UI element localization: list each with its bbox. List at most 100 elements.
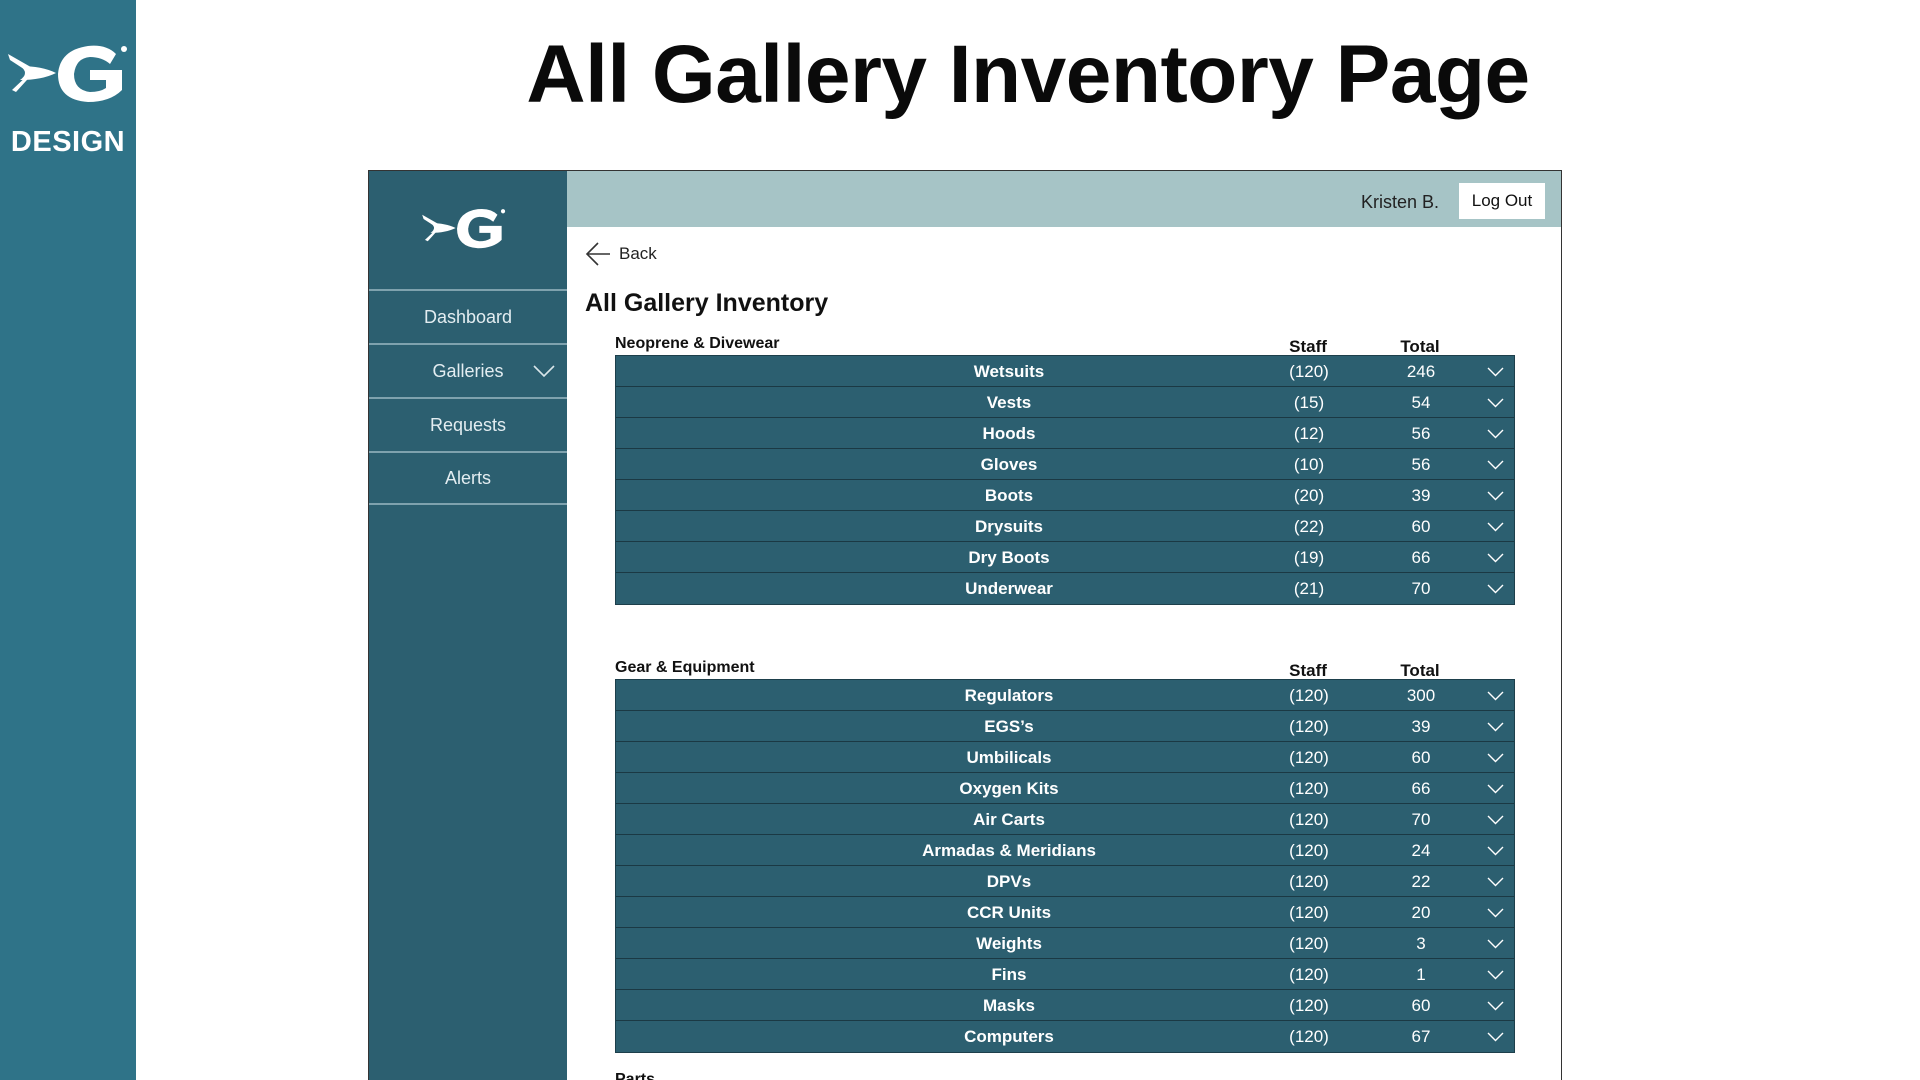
staff-count: (120) [1289, 748, 1329, 767]
chevron-down-icon[interactable] [1487, 784, 1504, 794]
inventory-list: Regulators (120) 300 EGS’s (120) 39 Umbilica… [615, 679, 1515, 1053]
total-count: 1 [1416, 965, 1426, 984]
inventory-row[interactable]: Drysuits (22) 60 [616, 511, 1514, 542]
inventory-row[interactable]: Gloves (10) 56 [616, 449, 1514, 480]
chevron-down-icon[interactable] [1487, 908, 1504, 918]
sidebar-item-galleries[interactable]: Galleries [369, 343, 567, 397]
chevron-down-icon[interactable] [1487, 398, 1504, 408]
inventory-row[interactable]: Air Carts (120) 70 [616, 804, 1514, 835]
chevron-down-icon[interactable] [1487, 846, 1504, 856]
xg-logo-icon [8, 45, 127, 102]
staff-count: (19) [1293, 548, 1325, 567]
column-header-staff: Staff [1289, 661, 1327, 680]
staff-count: (120) [1289, 362, 1329, 381]
inventory-row[interactable]: Wetsuits (120) 246 [616, 356, 1514, 387]
staff-count: (120) [1289, 965, 1329, 984]
total-count: 20 [1411, 903, 1431, 922]
total-count: 70 [1411, 810, 1431, 829]
xg-logo-icon[interactable] [419, 205, 509, 251]
chevron-down-icon[interactable] [1487, 691, 1504, 701]
total-count: 39 [1411, 717, 1431, 736]
total-count: 66 [1411, 779, 1431, 798]
column-header-total: Total [1400, 337, 1440, 356]
total-count: 56 [1411, 424, 1431, 443]
staff-count: (120) [1289, 934, 1329, 953]
section-gear-equipment: Gear & Equipment Staff Total Regulators(… [615, 657, 1515, 1053]
section-header: Gear & Equipment Staff Total [615, 657, 1515, 680]
chevron-down-icon[interactable] [1487, 584, 1504, 594]
inventory-row[interactable]: DPVs (120) 22 [616, 866, 1514, 897]
total-count: 67 [1411, 1027, 1431, 1046]
staff-count: (120) [1289, 717, 1329, 736]
total-count: 60 [1411, 996, 1431, 1015]
chevron-down-icon[interactable] [1487, 553, 1504, 563]
total-count: 22 [1411, 872, 1431, 891]
sidebar-item-alerts[interactable]: Alerts [369, 451, 567, 505]
sidebar-item-label: Requests [429, 414, 507, 435]
sidebar-item-label: Galleries [432, 360, 504, 381]
staff-count: (22) [1293, 517, 1325, 536]
total-count: 66 [1411, 548, 1431, 567]
chevron-down-icon[interactable] [1487, 1032, 1504, 1042]
chevron-down-icon[interactable] [533, 364, 555, 378]
total-count: 70 [1411, 579, 1431, 598]
chevron-down-icon[interactable] [1487, 753, 1504, 763]
back-link[interactable]: Back [585, 241, 657, 267]
total-count: 246 [1406, 362, 1436, 381]
sidebar-item-requests[interactable]: Requests [369, 397, 567, 451]
inventory-row[interactable]: Fins (120) 1 [616, 959, 1514, 990]
back-label: Back [619, 244, 657, 263]
staff-count: (120) [1289, 686, 1329, 705]
chevron-down-icon[interactable] [1487, 367, 1504, 377]
chevron-down-icon[interactable] [1487, 722, 1504, 732]
staff-count: (12) [1293, 424, 1325, 443]
inventory-row[interactable]: CCR Units (120) 20 [616, 897, 1514, 928]
inventory-row[interactable]: EGS’s (120) 39 [616, 711, 1514, 742]
staff-count: (15) [1293, 393, 1325, 412]
chevron-down-icon[interactable] [1487, 815, 1504, 825]
brand-label: DESIGN [10, 126, 126, 158]
staff-count: (10) [1293, 455, 1325, 474]
total-count: 56 [1411, 455, 1431, 474]
page-title: All Gallery Inventory [585, 289, 829, 317]
chevron-down-icon[interactable] [1487, 970, 1504, 980]
inventory-row[interactable]: Oxygen Kits (120) 66 [616, 773, 1514, 804]
app-mockup: Dashboard Galleries Requests Alerts Kris… [368, 170, 1562, 1080]
inventory-list: Wetsuits (120) 246 Vests (15) 54 Hoods (12) 56… [615, 355, 1515, 605]
sidebar-nav: Dashboard Galleries Requests Alerts [369, 289, 567, 505]
inventory-row[interactable]: Boots (20) 39 [616, 480, 1514, 511]
staff-count: (120) [1289, 841, 1329, 860]
total-count: 60 [1411, 748, 1431, 767]
total-count: 300 [1406, 686, 1436, 705]
section-title: Neoprene & Divewear [615, 335, 780, 352]
inventory-row[interactable]: Masks (120) 60 [616, 990, 1514, 1021]
inventory-row[interactable]: Underwear (21) 70 [616, 573, 1514, 604]
inventory-row[interactable]: Regulators (120) 300 [616, 680, 1514, 711]
inventory-row[interactable]: Hoods (12) 56 [616, 418, 1514, 449]
slide-title: All Gallery Inventory Page [526, 29, 1530, 120]
arrow-left-icon [585, 242, 610, 266]
inventory-row[interactable]: Umbilicals (120) 60 [616, 742, 1514, 773]
chevron-down-icon[interactable] [1487, 1001, 1504, 1011]
total-count: 39 [1411, 486, 1431, 505]
staff-count: (120) [1289, 996, 1329, 1015]
column-header-total: Total [1400, 661, 1440, 680]
sidebar-item-label: Dashboard [423, 306, 513, 327]
total-count: 3 [1416, 934, 1426, 953]
inventory-row[interactable]: Dry Boots (19) 66 [616, 542, 1514, 573]
chevron-down-icon[interactable] [1487, 939, 1504, 949]
inventory-row[interactable]: Armadas & Meridians (120) 24 [616, 835, 1514, 866]
inventory-row[interactable]: Weights (120) 3 [616, 928, 1514, 959]
chevron-down-icon[interactable] [1487, 877, 1504, 887]
inventory-row[interactable]: Vests (15) 54 [616, 387, 1514, 418]
chevron-down-icon[interactable] [1487, 522, 1504, 532]
sidebar-item-dashboard[interactable]: Dashboard [369, 289, 567, 343]
staff-count: (21) [1293, 579, 1325, 598]
chevron-down-icon[interactable] [1487, 460, 1504, 470]
chevron-down-icon[interactable] [1487, 429, 1504, 439]
chevron-down-icon[interactable] [1487, 491, 1504, 501]
inventory-row[interactable]: Computers (120) 67 [616, 1021, 1514, 1052]
staff-count: (120) [1289, 810, 1329, 829]
logout-button[interactable]: Log Out [1459, 183, 1545, 219]
total-count: 60 [1411, 517, 1431, 536]
